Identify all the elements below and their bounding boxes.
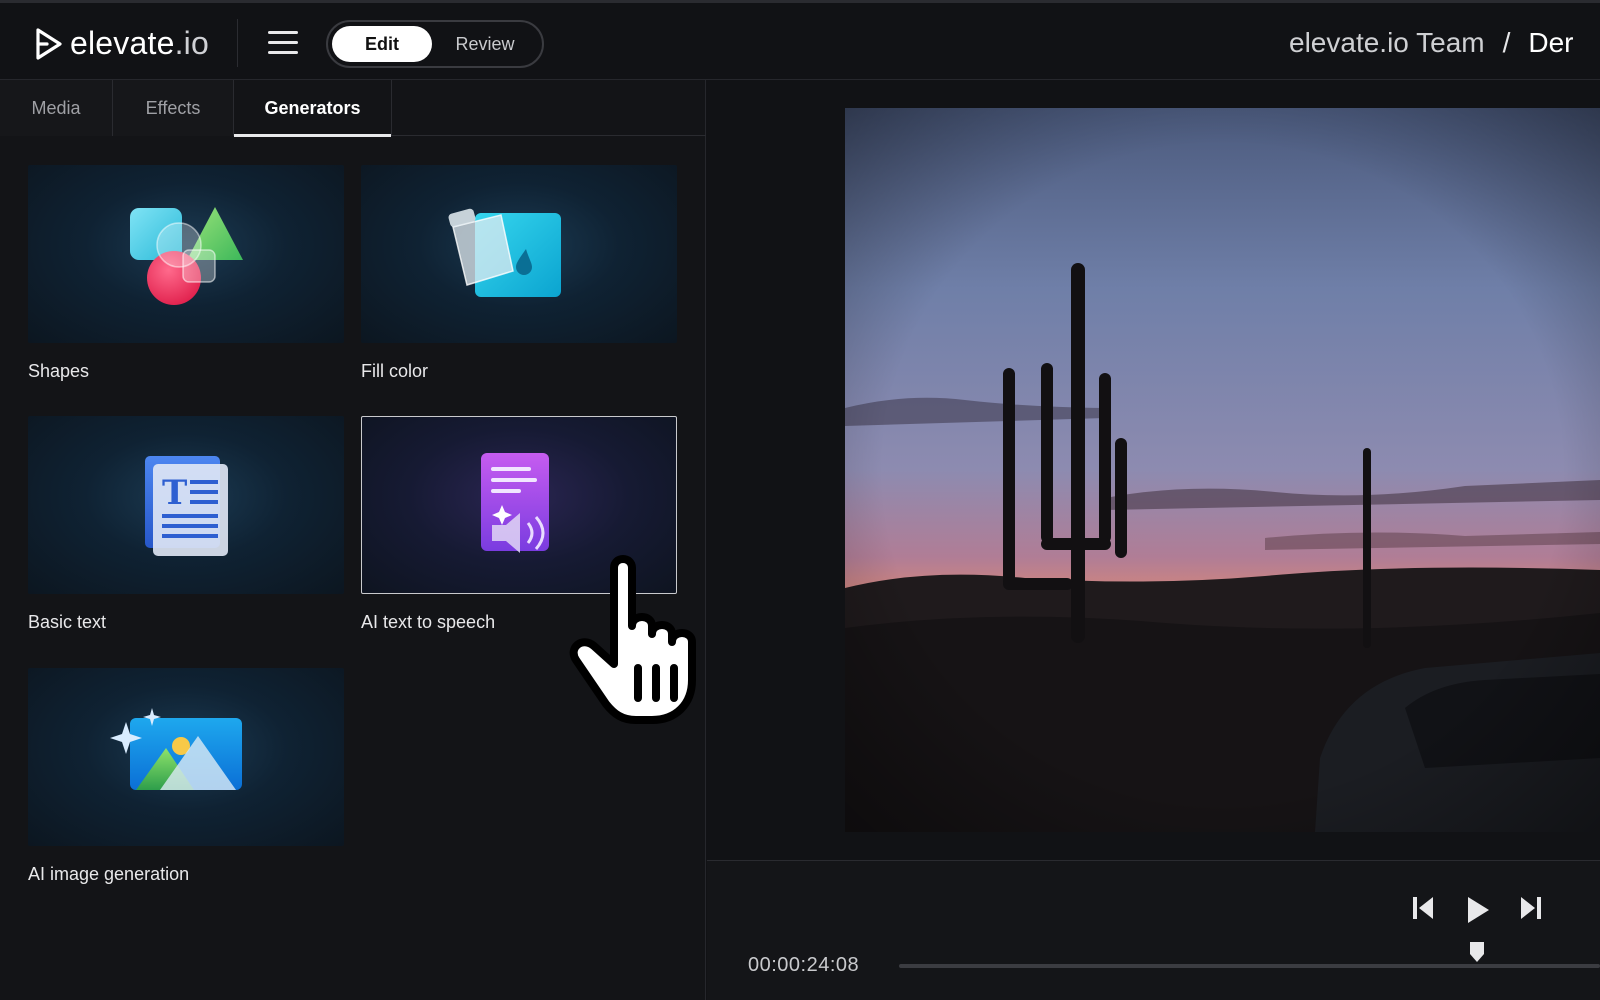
player-controls: 00:00:24:08 xyxy=(707,860,1600,1000)
generator-card-ai-image-generation[interactable]: AI image generation xyxy=(28,668,344,885)
generator-thumbnail[interactable] xyxy=(28,165,344,343)
skip-forward-icon[interactable] xyxy=(1519,895,1543,921)
panel-tabs: Media Effects Generators xyxy=(0,80,706,137)
generator-label: AI text to speech xyxy=(361,612,496,632)
tab-media[interactable]: Media xyxy=(0,80,113,136)
review-mode-button[interactable]: Review xyxy=(432,26,538,62)
generator-card-basic-text[interactable]: T Basic text xyxy=(28,416,344,633)
basic-text-icon: T xyxy=(145,456,228,556)
breadcrumb: elevate.io Team / Der xyxy=(1289,27,1574,59)
generator-thumbnail[interactable] xyxy=(361,165,677,343)
app-logo[interactable]: elevate.io xyxy=(34,25,209,62)
timeline-scrubber[interactable] xyxy=(899,964,1600,968)
breadcrumb-team[interactable]: elevate.io Team xyxy=(1289,27,1485,59)
generator-card-fill-color[interactable]: Fill color xyxy=(361,165,677,382)
hamburger-icon[interactable] xyxy=(268,31,298,55)
ai-image-generation-icon xyxy=(110,708,242,790)
generator-card-shapes[interactable]: Shapes xyxy=(28,165,344,382)
breadcrumb-separator: / xyxy=(1502,27,1511,58)
video-preview-area xyxy=(707,80,1600,860)
header-divider xyxy=(237,19,238,67)
generator-thumbnail[interactable] xyxy=(361,416,677,594)
generator-label: Basic text xyxy=(28,612,107,632)
generator-thumbnail[interactable]: T xyxy=(28,416,344,594)
generator-label: Shapes xyxy=(28,361,90,381)
edit-mode-button[interactable]: Edit xyxy=(332,26,433,62)
generator-label: AI image generation xyxy=(28,864,190,884)
desert-sunset-frame xyxy=(845,108,1600,832)
logo-text: elevate.io xyxy=(70,25,209,61)
timecode: 00:00:24:08 xyxy=(748,954,860,976)
playhead-handle[interactable] xyxy=(1469,941,1485,963)
fill-color-icon xyxy=(448,208,561,297)
ai-text-to-speech-icon xyxy=(481,453,549,553)
tab-generators[interactable]: Generators xyxy=(234,80,392,137)
shapes-icon xyxy=(130,207,243,305)
generator-label: Fill color xyxy=(361,361,429,381)
skip-back-icon[interactable] xyxy=(1411,895,1435,921)
generator-thumbnail[interactable] xyxy=(28,668,344,846)
play-icon[interactable] xyxy=(1465,895,1491,925)
generators-panel: Media Effects Generators Shapes Fill col… xyxy=(0,80,706,1000)
svg-text:T: T xyxy=(162,473,187,513)
tab-effects[interactable]: Effects xyxy=(113,80,234,136)
top-bar: elevate.io Edit Review elevate.io Team /… xyxy=(0,0,1600,80)
breadcrumb-current[interactable]: Der xyxy=(1528,27,1573,59)
video-preview[interactable] xyxy=(845,108,1600,832)
mode-toggle: Edit Review xyxy=(326,20,544,68)
generator-card-ai-text-to-speech[interactable]: AI text to speech xyxy=(361,416,677,633)
logo-play-icon xyxy=(36,27,62,60)
